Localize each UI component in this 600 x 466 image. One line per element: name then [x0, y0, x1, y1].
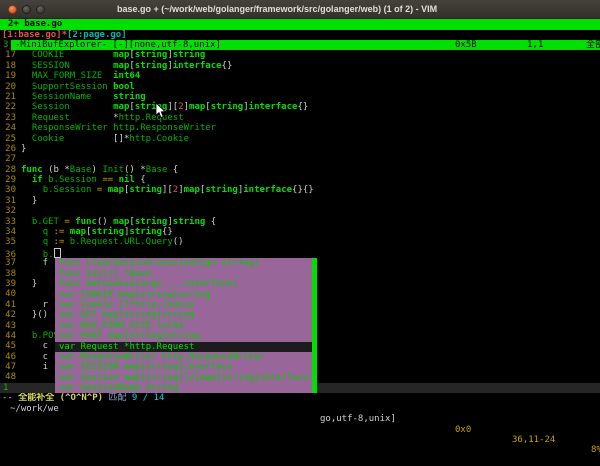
line-number: 26	[0, 144, 16, 154]
completion-item[interactable]: func Init() *Base	[55, 269, 317, 279]
code-line[interactable]: 23 Request *http.Request	[0, 113, 600, 123]
line-number: 35	[0, 237, 16, 247]
maximize-button[interactable]	[36, 5, 45, 14]
completion-item[interactable]: var Session map[string][2]map[string]int…	[55, 373, 317, 383]
line-number: 31	[0, 196, 16, 206]
mbe-statusline-text: -MiniBufExplorer- [-][none,utf-8,unix]	[15, 40, 221, 50]
completion-item[interactable]: var SessionName string	[55, 383, 317, 393]
completion-item[interactable]: var Cookie []*http.Cookie	[55, 300, 317, 310]
line-number: 46	[0, 352, 16, 362]
line-number: 45	[0, 341, 16, 351]
code-editor[interactable]: 17 COOKIE map[string]string18 SESSION ma…	[0, 50, 600, 383]
buffer-tab-base-go[interactable]: [1:base.go]*	[2, 30, 67, 40]
line-number: 48	[0, 372, 16, 382]
line-number: 23	[0, 113, 16, 123]
code-line[interactable]: 18 SESSION map[string]interface{}	[0, 61, 600, 71]
line-number: 22	[0, 102, 16, 112]
completion-items: func ClearSession(sessionSign string)fun…	[55, 258, 317, 393]
line-number: 27	[0, 154, 16, 164]
code-line[interactable]: 32	[0, 206, 600, 216]
completion-item[interactable]: var SESSION map[string]interface	[55, 362, 317, 372]
close-button[interactable]	[8, 5, 17, 14]
mbe-statusline-bar: -MiniBufExplorer- [-][none,utf-8,unix] 0x…	[11, 40, 600, 50]
buffer-tab-page-go[interactable]: [2:page.go]	[67, 30, 127, 40]
main-buffer-number: 1	[3, 383, 8, 393]
line-number: 43	[0, 321, 16, 331]
window-buttons	[8, 5, 45, 14]
line-number: 44	[0, 331, 16, 341]
line-number: 39	[0, 279, 16, 289]
completion-item[interactable]: func ClearSession(sessionSign string)	[55, 258, 317, 268]
code-line[interactable]: 20 SupportSession bool	[0, 82, 600, 92]
code-line[interactable]: 25 Cookie []*http.Cookie	[0, 134, 600, 144]
completion-item[interactable]: var GET map[string]string	[55, 310, 317, 320]
line-number: 34	[0, 227, 16, 237]
window-title: base.go + (~/work/web/golanger/framework…	[117, 4, 437, 14]
line-number: 38	[0, 269, 16, 279]
code-line[interactable]: 27	[0, 154, 600, 164]
code-line[interactable]: 28func (b *Base) Init() *Base {	[0, 165, 600, 175]
line-number: 47	[0, 362, 16, 372]
minimize-button[interactable]	[22, 5, 31, 14]
match-label: 匹配	[108, 393, 131, 403]
code-line[interactable]: 34 q := map[string]string{}	[0, 227, 600, 237]
line-number: 25	[0, 134, 16, 144]
cursor-position: 36,11-24	[512, 435, 555, 445]
completion-item[interactable]: var MAX_FORM_SIZE int64	[55, 321, 317, 331]
completion-item[interactable]: func SetCookie(args ...interface)	[55, 279, 317, 289]
code-line[interactable]: 19 MAX_FORM_SIZE int64	[0, 71, 600, 81]
vim-tabline[interactable]: 2+ base.go	[0, 19, 600, 30]
line-number: 29	[0, 175, 16, 185]
completion-popup: func ClearSession(sessionSign string)fun…	[55, 258, 317, 393]
line-number: 24	[0, 123, 16, 133]
completion-item-selected[interactable]: var Request *http.Request	[55, 342, 317, 352]
line-number: 20	[0, 82, 16, 92]
code-line[interactable]: 35 q := b.Request.URL.Query()	[0, 237, 600, 247]
window-titlebar[interactable]: base.go + (~/work/web/golanger/framework…	[0, 0, 600, 19]
hex-value: 0x0	[455, 425, 471, 435]
completion-item[interactable]: var POST map[string]string	[55, 331, 317, 341]
line-number: 18	[0, 61, 16, 71]
code-line[interactable]: 30 b.Session = map[string][2]map[string]…	[0, 185, 600, 195]
line-number: 42	[0, 310, 16, 320]
file-path: ~/work/we	[10, 404, 59, 414]
line-number: 40	[0, 289, 16, 299]
code-line[interactable]: 36 b.	[0, 248, 600, 258]
line-number: 37	[0, 258, 16, 268]
code-line[interactable]: 24 ResponseWriter http.ResponseWriter	[0, 123, 600, 133]
mbe-cursor-position: 1,1	[527, 40, 543, 50]
code-line[interactable]: 22 Session map[string][2]map[string]inte…	[0, 102, 600, 112]
completion-mode-message: 全能补全 (^O^N^P)	[18, 393, 108, 403]
vim-window: 2+ base.go [1:base.go]*[2:page.go] 3 -Mi…	[0, 19, 600, 405]
match-count: 9 / 14	[132, 393, 165, 403]
line-number: 17	[0, 50, 16, 60]
line-number: 41	[0, 300, 16, 310]
code-line[interactable]: 33 b.GET = func() map[string]string {	[0, 217, 600, 227]
line-number: 33	[0, 217, 16, 227]
completion-item[interactable]: var ResponseWriter http.ResponseWriter	[55, 352, 317, 362]
line-number: 32	[0, 206, 16, 216]
command-line: -- 全能补全 (^O^N^P) 匹配 9 / 14	[0, 393, 600, 405]
text-cursor	[54, 248, 61, 258]
completion-item[interactable]: var COOKIE map[string]string	[55, 290, 317, 300]
mbe-hex-value: 0x5B	[455, 40, 477, 50]
mbe-scroll-indicator: 全部	[586, 40, 600, 50]
file-encoding: go,utf-8,unix]	[320, 414, 396, 424]
line-number: 28	[0, 165, 16, 175]
popup-scrollbar[interactable]	[312, 258, 317, 393]
scroll-percent: 8%	[591, 445, 600, 455]
line-number: 30	[0, 185, 16, 195]
mouse-cursor-icon	[155, 103, 167, 119]
code-line[interactable]: 17 COOKIE map[string]string	[0, 50, 600, 60]
minibufexplorer-statusline: 3 -MiniBufExplorer- [-][none,utf-8,unix]…	[0, 40, 600, 50]
code-line[interactable]: 31 }	[0, 196, 600, 206]
line-number: 19	[0, 71, 16, 81]
line-number: 21	[0, 92, 16, 102]
mbe-buffer-number: 3	[3, 40, 8, 50]
minibufexplorer-buffer-list: [1:base.go]*[2:page.go]	[0, 30, 600, 40]
code-line[interactable]: 26}	[0, 144, 600, 154]
code-line[interactable]: 29 if b.Session == nil {	[0, 175, 600, 185]
code-line[interactable]: 21 SessionName string	[0, 92, 600, 102]
